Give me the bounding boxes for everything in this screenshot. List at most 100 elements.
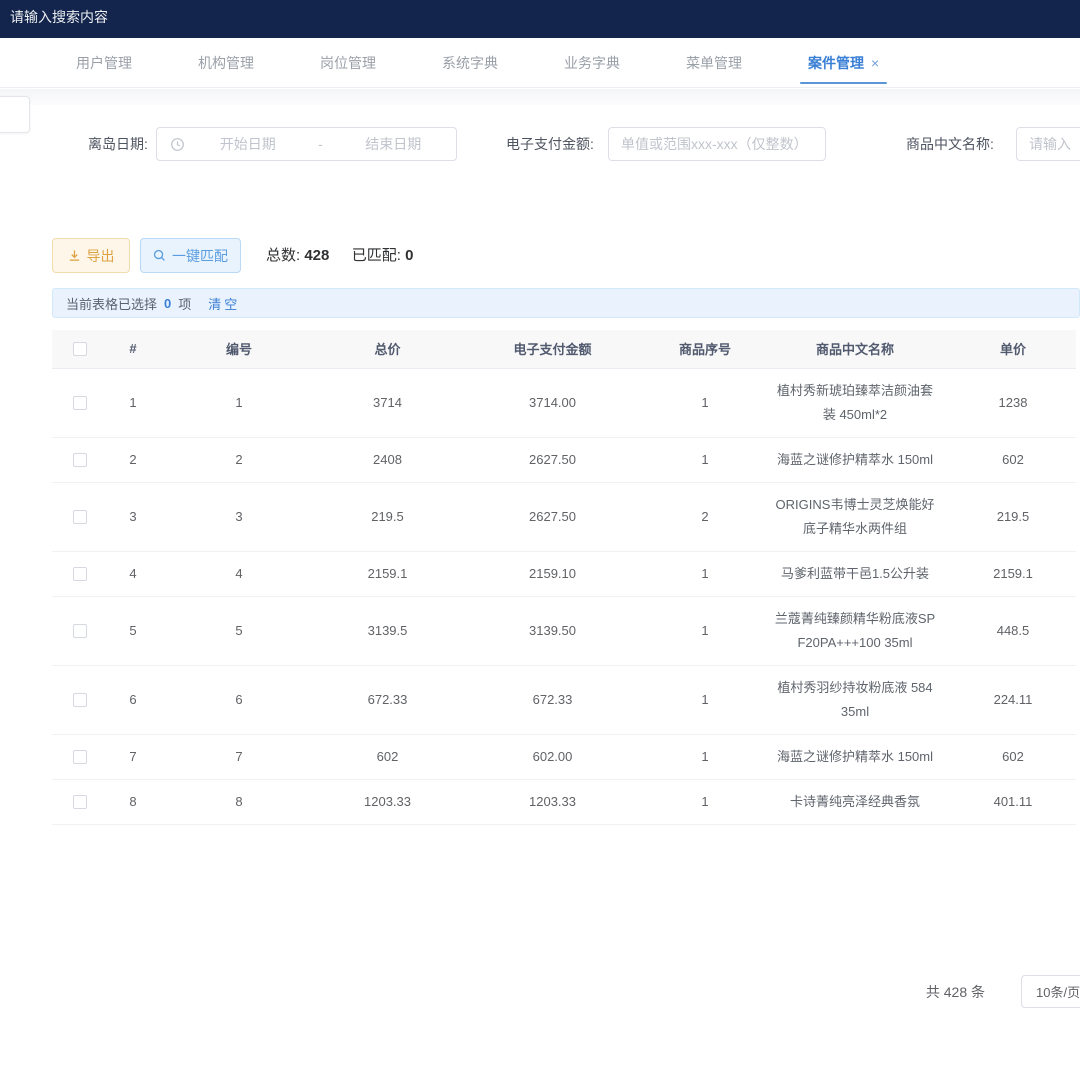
tab-label: 系统字典 <box>442 53 498 73</box>
tab-1[interactable]: 用户管理 <box>58 38 150 87</box>
download-icon <box>68 249 81 262</box>
epay-amount-input[interactable]: 单值或范围xxx-xxx（仅整数） <box>608 127 826 161</box>
column-header: 编号 <box>158 330 320 368</box>
tab-close-icon[interactable]: × <box>871 55 879 71</box>
selection-count: 0 <box>162 296 173 311</box>
cell-name: 马爹利蓝带干邑1.5公升装 <box>760 551 950 596</box>
row-checkbox[interactable] <box>73 624 87 638</box>
date-end-placeholder[interactable]: 结束日期 <box>331 134 457 154</box>
row-checkbox[interactable] <box>73 693 87 707</box>
tab-label: 用户管理 <box>76 53 132 73</box>
tab-label: 菜单管理 <box>686 53 742 73</box>
one-click-match-button[interactable]: 一键匹配 <box>140 238 241 273</box>
cell-epay: 602.00 <box>455 734 650 779</box>
row-checkbox[interactable] <box>73 567 87 581</box>
product-name-input[interactable]: 请输入 <box>1016 127 1080 161</box>
tab-2[interactable]: 机构管理 <box>180 38 272 87</box>
cell-seq: 2 <box>650 482 760 551</box>
select-all-checkbox[interactable] <box>73 342 87 356</box>
cell-total: 672.33 <box>320 665 455 734</box>
epay-amount-placeholder: 单值或范围xxx-xxx（仅整数） <box>621 134 808 154</box>
cell-unit: 2159.1 <box>950 551 1076 596</box>
cell-unit: 602 <box>950 734 1076 779</box>
pagination-total: 共 428 条 <box>926 976 985 1008</box>
cell-index: 1 <box>108 368 158 437</box>
cell-total: 2408 <box>320 437 455 482</box>
clear-selection-link[interactable]: 清空 <box>208 294 240 313</box>
tab-5[interactable]: 业务字典 <box>546 38 638 87</box>
cell-index: 8 <box>108 779 158 824</box>
top-navbar <box>0 0 1080 38</box>
export-button[interactable]: 导出 <box>52 238 130 273</box>
cell-name: ORIGINS韦博士灵芝焕能好底子精华水两件组 <box>760 482 950 551</box>
content-band <box>0 89 1080 105</box>
cell-index: 5 <box>108 596 158 665</box>
cell-index: 7 <box>108 734 158 779</box>
product-name-label: 商品中文名称: <box>906 127 994 161</box>
cell-total: 602 <box>320 734 455 779</box>
table-row: 77602602.001海蓝之谜修护精萃水 150ml602 <box>52 734 1076 779</box>
cell-seq: 1 <box>650 779 760 824</box>
row-checkbox[interactable] <box>73 396 87 410</box>
row-select-cell <box>52 734 108 779</box>
row-select-cell <box>52 551 108 596</box>
cell-epay: 2159.10 <box>455 551 650 596</box>
table-row: 2224082627.501海蓝之谜修护精萃水 150ml602 <box>52 437 1076 482</box>
row-checkbox[interactable] <box>73 795 87 809</box>
cell-unit: 219.5 <box>950 482 1076 551</box>
date-start-placeholder[interactable]: 开始日期 <box>185 134 311 154</box>
cell-code: 1 <box>158 368 320 437</box>
total-value: 428 <box>304 247 329 264</box>
cell-unit: 602 <box>950 437 1076 482</box>
tab-7[interactable]: 案件管理× <box>790 38 897 87</box>
table-row: 881203.331203.331卡诗菁纯亮泽经典香氛401.11 <box>52 779 1076 824</box>
one-click-match-label: 一键匹配 <box>172 246 228 266</box>
column-header: 单价 <box>950 330 1076 368</box>
cell-epay: 3714.00 <box>455 368 650 437</box>
selection-prefix: 当前表格已选择 <box>66 294 157 313</box>
column-header: 总价 <box>320 330 455 368</box>
cell-total: 2159.1 <box>320 551 455 596</box>
export-button-label: 导出 <box>87 246 115 266</box>
cell-code: 5 <box>158 596 320 665</box>
table-row: 66672.33672.331植村秀羽纱持妆粉底液 584 35ml224.11 <box>52 665 1076 734</box>
cell-name: 植村秀羽纱持妆粉底液 584 35ml <box>760 665 950 734</box>
table-header-row: #编号总价电子支付金额商品序号商品中文名称单价 <box>52 330 1076 368</box>
cell-seq: 1 <box>650 596 760 665</box>
page-size-select[interactable]: 10条/页 <box>1021 975 1080 1008</box>
cell-code: 8 <box>158 779 320 824</box>
tab-6[interactable]: 菜单管理 <box>668 38 760 87</box>
row-checkbox[interactable] <box>73 510 87 524</box>
column-header: 商品序号 <box>650 330 760 368</box>
date-range-input[interactable]: 开始日期 - 结束日期 <box>156 127 457 161</box>
row-select-cell <box>52 482 108 551</box>
cell-total: 3139.5 <box>320 596 455 665</box>
app-window: 用户管理 机构管理岗位管理 系统字典 业务字典 菜单管理 案件管理× 离岛日期: 开始日期… <box>0 0 1080 1077</box>
tab-bar: 用户管理 机构管理岗位管理 系统字典 业务字典 菜单管理 案件管理× <box>0 38 1080 88</box>
row-checkbox[interactable] <box>73 750 87 764</box>
global-search-input[interactable] <box>10 9 270 25</box>
row-checkbox[interactable] <box>73 453 87 467</box>
clock-icon <box>170 137 185 152</box>
date-filter-label: 离岛日期: <box>88 127 148 161</box>
cell-name: 植村秀新琥珀臻萃洁颜油套装 450ml*2 <box>760 368 950 437</box>
cell-unit: 448.5 <box>950 596 1076 665</box>
cell-total: 3714 <box>320 368 455 437</box>
row-select-cell <box>52 779 108 824</box>
matched-label: 已匹配: <box>352 247 401 264</box>
cell-index: 3 <box>108 482 158 551</box>
total-label: 总数: <box>266 247 300 264</box>
cell-unit: 1238 <box>950 368 1076 437</box>
epay-amount-label: 电子支付金额: <box>506 127 594 161</box>
tab-3[interactable]: 岗位管理 <box>302 38 394 87</box>
column-header: # <box>108 330 158 368</box>
tab-4[interactable]: 系统字典 <box>424 38 516 87</box>
cell-epay: 672.33 <box>455 665 650 734</box>
cell-code: 3 <box>158 482 320 551</box>
cell-epay: 3139.50 <box>455 596 650 665</box>
cell-index: 6 <box>108 665 158 734</box>
row-select-cell <box>52 368 108 437</box>
table-row: 442159.12159.101马爹利蓝带干邑1.5公升装2159.1 <box>52 551 1076 596</box>
cell-code: 2 <box>158 437 320 482</box>
cell-name: 海蓝之谜修护精萃水 150ml <box>760 437 950 482</box>
